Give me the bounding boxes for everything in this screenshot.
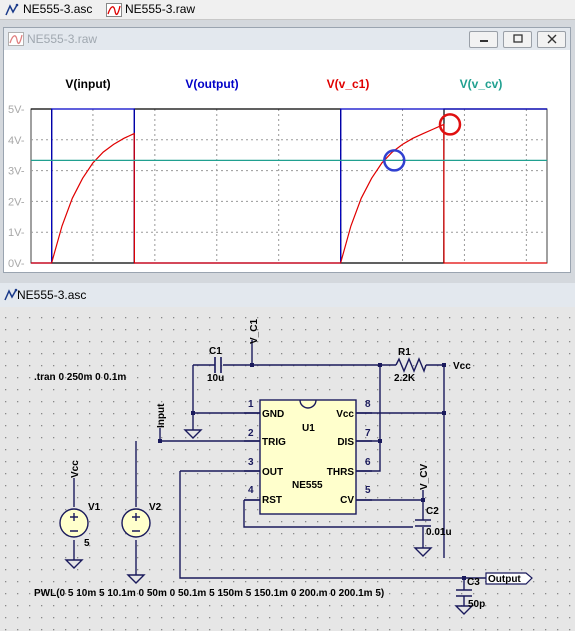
tab-schematic[interactable]: NE555-3.asc — [4, 1, 92, 18]
schematic-window-title: NE555-3.asc — [17, 288, 87, 302]
spice-directive[interactable]: .tran 0 250m 0 0.1m — [34, 372, 126, 383]
plot-area — [30, 108, 548, 264]
tab-label: NE555-3.raw — [125, 2, 196, 16]
net-label-input: Input — [156, 403, 167, 428]
pin-number: 3 — [248, 457, 254, 468]
minimize-button[interactable] — [469, 31, 498, 48]
y-tick-label: 4V- — [8, 135, 25, 147]
trace-legend[interactable]: V(input) V(output) V(v_c1) V(v_cv) — [65, 77, 502, 91]
y-tick-label: 0V- — [8, 258, 25, 270]
pwl-definition[interactable]: PWL(0 5 10m 5 10.1m 0 50m 0 50.1m 5 150m… — [34, 588, 384, 599]
net-label-vcc: Vcc — [70, 460, 81, 478]
c3-value: 50p — [468, 599, 485, 610]
net-label-vcc: Vcc — [453, 361, 471, 372]
waveform-window[interactable]: NE555-3.raw 0V-1V-2V-3V-4V-5V- 0ms30ms60… — [3, 27, 571, 273]
pin-label-trig: TRIG — [262, 437, 286, 448]
c1-name: C1 — [209, 346, 222, 357]
pin-label-thrs: THRS — [327, 467, 355, 478]
maximize-icon — [512, 34, 523, 43]
c1-value: 10u — [207, 373, 224, 384]
schematic-canvas[interactable]: GND TRIG OUT RST Vcc DIS THRS CV U1 NE55… — [0, 307, 575, 631]
legend-entry[interactable]: V(output) — [185, 77, 238, 91]
waveform-window-title: NE555-3.raw — [27, 32, 98, 46]
pin-label-out: OUT — [262, 467, 283, 478]
schematic-window-titlebar[interactable]: NE555-3.asc — [0, 283, 575, 307]
legend-entry[interactable]: V(v_cv) — [460, 77, 503, 91]
v1-name: V1 — [88, 502, 101, 513]
c3-name: C3 — [467, 577, 480, 588]
net-label-v-cv: V_CV — [419, 464, 430, 490]
y-axis-ticks: 0V- 1V- 2V- 3V- 4V- 5V- — [8, 104, 25, 270]
pin-label-rst: RST — [262, 495, 282, 506]
plot-grid — [30, 108, 548, 264]
y-tick-label: 3V- — [8, 166, 25, 178]
tab-label: NE555-3.asc — [23, 2, 93, 16]
pin-number: 7 — [365, 428, 371, 439]
maximize-button[interactable] — [503, 31, 532, 48]
v1-value: 5 — [84, 538, 90, 549]
minimize-icon — [479, 40, 488, 42]
pin-label-gnd: GND — [262, 409, 284, 420]
waveform-window-titlebar[interactable]: NE555-3.raw — [4, 28, 570, 50]
c2-name: C2 — [426, 506, 439, 517]
pin-number: 1 — [248, 399, 254, 410]
document-tab-bar: NE555-3.asc NE555-3.raw — [0, 0, 575, 20]
pin-number: 5 — [365, 485, 371, 496]
net-label-output: Output — [488, 574, 521, 585]
r1-name: R1 — [398, 347, 411, 358]
pin-number: 6 — [365, 457, 371, 468]
chip-model: NE555 — [292, 480, 323, 491]
voltage-source-v2[interactable] — [121, 508, 151, 538]
tab-waveform[interactable]: NE555-3.raw — [106, 1, 195, 18]
y-tick-label: 5V- — [8, 104, 25, 116]
y-tick-label: 2V- — [8, 196, 25, 208]
r1-value: 2.2K — [394, 373, 416, 384]
legend-entry[interactable]: V(v_c1) — [327, 77, 370, 91]
waveform-window-icon — [8, 32, 24, 46]
net-label-v-c1: V_C1 — [249, 319, 260, 344]
legend-entry[interactable]: V(input) — [65, 77, 110, 91]
voltage-source-v1[interactable] — [59, 508, 89, 538]
chip-ref: U1 — [302, 423, 315, 434]
v2-name: V2 — [149, 502, 162, 513]
pin-number: 2 — [248, 428, 254, 439]
pin-number: 8 — [365, 399, 371, 410]
waveform-plot[interactable]: 0V-1V-2V-3V-4V-5V- 0ms30ms60ms90ms120ms1… — [4, 50, 570, 272]
c2-value: 0.01u — [426, 527, 452, 538]
pin-number: 4 — [248, 485, 254, 496]
ne555-chip[interactable]: GND TRIG OUT RST Vcc DIS THRS CV U1 NE55… — [244, 399, 372, 515]
close-icon — [547, 34, 556, 44]
close-button[interactable] — [537, 31, 566, 48]
pin-label-cv: CV — [340, 495, 354, 506]
pin-label-vcc: Vcc — [336, 409, 354, 420]
waveform-icon — [106, 2, 122, 17]
y-tick-label: 1V- — [8, 227, 25, 239]
schematic-icon — [5, 3, 19, 15]
pin-label-dis: DIS — [337, 437, 354, 448]
